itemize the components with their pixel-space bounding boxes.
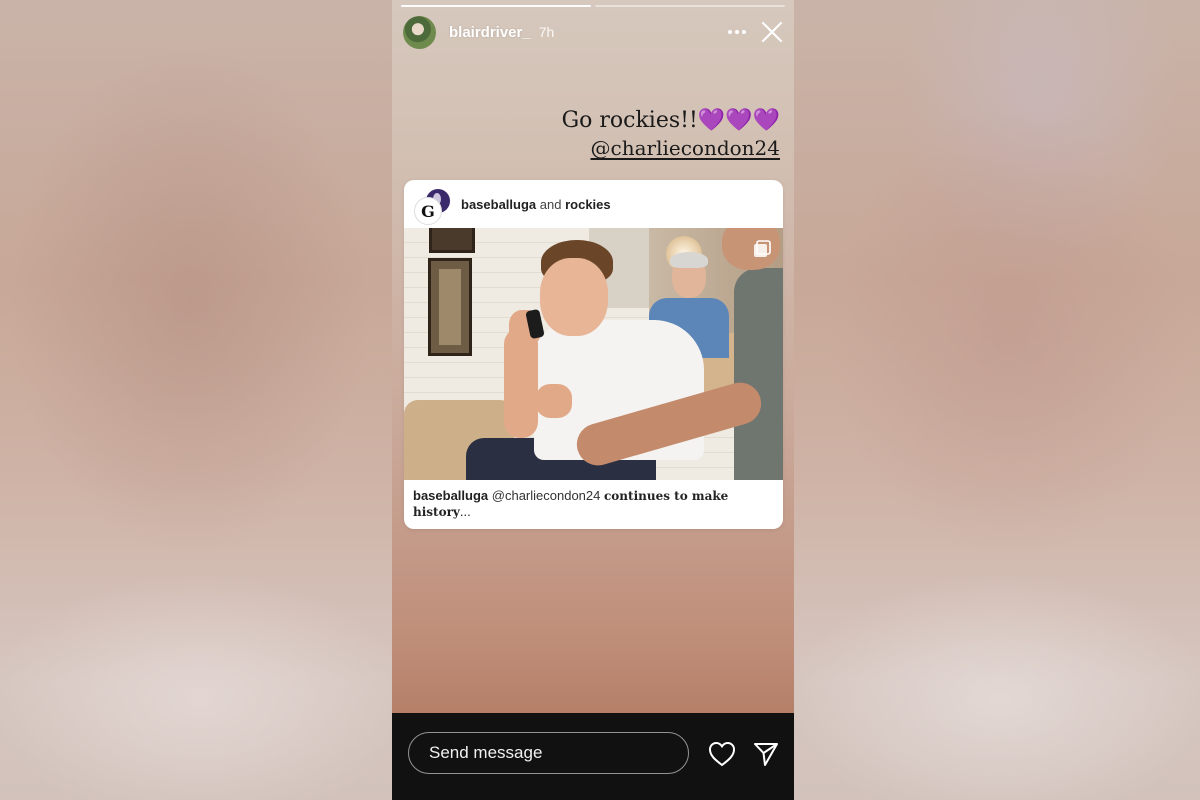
- user-avatar[interactable]: [403, 15, 436, 49]
- post-avatars: G: [414, 187, 452, 225]
- wall-frame: [429, 228, 475, 253]
- more-options-icon[interactable]: [724, 22, 750, 42]
- story-time: 7h: [538, 24, 555, 40]
- post-photo[interactable]: [404, 228, 783, 480]
- progress-segment: [595, 5, 785, 7]
- progress-segment: [401, 5, 591, 7]
- caption-username[interactable]: baseballuga: [413, 488, 488, 503]
- post-header: G baseballuga and rockies: [404, 180, 783, 228]
- story-progress: [401, 5, 785, 7]
- story-header: blairdriver_ 7h: [403, 15, 784, 49]
- heart-icon[interactable]: [708, 741, 736, 767]
- caption-ellipsis: ...: [459, 504, 471, 519]
- multiple-images-icon: [754, 240, 771, 257]
- story-username[interactable]: blairdriver_: [449, 24, 531, 41]
- uga-logo-avatar: G: [414, 197, 442, 225]
- and-text: and: [539, 196, 562, 212]
- story-viewer[interactable]: blairdriver_ 7h Go rockies!!💜💜💜 @charlie…: [392, 0, 794, 800]
- post-account-1[interactable]: baseballuga: [461, 197, 536, 212]
- caption-text: Go rockies!!💜💜💜: [561, 108, 780, 133]
- reply-bar: [392, 713, 794, 800]
- post-account-2[interactable]: rockies: [565, 197, 611, 212]
- post-caption: baseballuga @charliecondon24 continues t…: [404, 480, 783, 520]
- caption-mention[interactable]: @charliecondon24: [562, 135, 781, 161]
- close-icon[interactable]: [760, 20, 784, 44]
- send-message-input[interactable]: [408, 732, 689, 774]
- shared-post-card[interactable]: G baseballuga and rockies baseballuga @c…: [404, 180, 783, 529]
- story-caption: Go rockies!!💜💜💜 @charliecondon24: [562, 107, 780, 161]
- send-icon[interactable]: [753, 741, 779, 767]
- caption-mention-link[interactable]: @charliecondon24: [492, 488, 601, 503]
- post-accounts: baseballuga and rockies: [461, 197, 611, 212]
- wall-frame: [428, 258, 472, 356]
